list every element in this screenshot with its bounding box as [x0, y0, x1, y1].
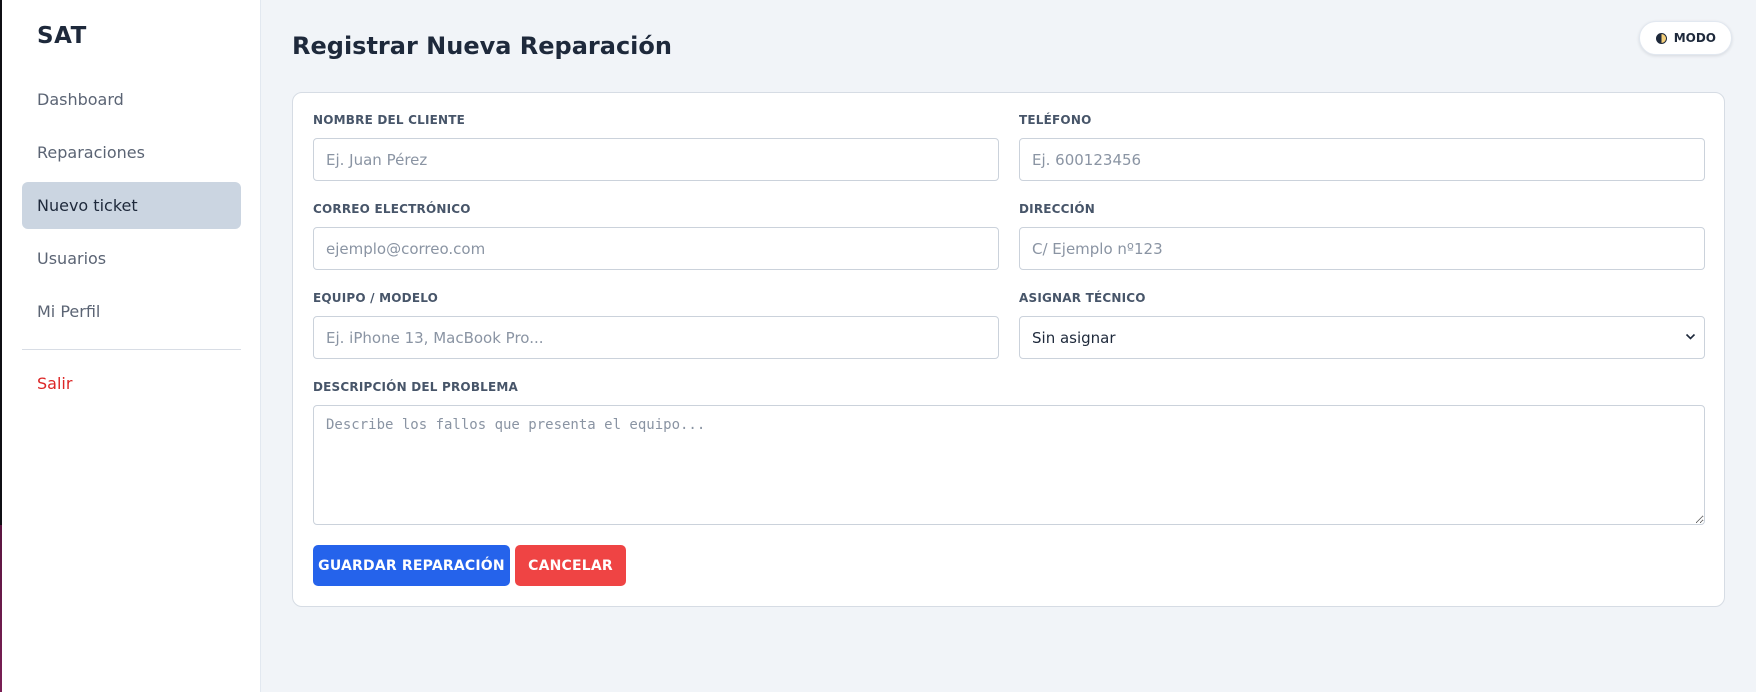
- sidebar-item-usuarios[interactable]: Usuarios: [22, 235, 241, 282]
- address-label: DIRECCIÓN: [1019, 202, 1095, 216]
- sidebar-item-dashboard[interactable]: Dashboard: [22, 76, 241, 123]
- page-title: Registrar Nueva Reparación: [292, 32, 672, 60]
- save-repair-button[interactable]: GUARDAR REPARACIÓN: [313, 545, 510, 586]
- theme-mode-button[interactable]: MODO: [1638, 21, 1732, 55]
- email-label: CORREO ELECTRÓNICO: [313, 202, 471, 216]
- client-name-label: NOMBRE DEL CLIENTE: [313, 113, 466, 127]
- address-input[interactable]: [1019, 227, 1705, 270]
- problem-description-textarea[interactable]: [313, 405, 1705, 525]
- sidebar-divider: [22, 349, 241, 350]
- assign-technician-value: Sin asignar: [1032, 328, 1116, 347]
- sidebar-nav: Dashboard Reparaciones Nuevo ticket Usua…: [22, 76, 241, 413]
- sidebar-item-mi-perfil[interactable]: Mi Perfil: [22, 288, 241, 335]
- assign-technician-select[interactable]: Sin asignar: [1019, 316, 1705, 359]
- problem-description-label: DESCRIPCIÓN DEL PROBLEMA: [313, 380, 519, 394]
- phone-label: TELÉFONO: [1019, 113, 1092, 127]
- theme-mode-label: MODO: [1673, 31, 1716, 45]
- main-content: Registrar Nueva Reparación MODO NOMBRE D…: [261, 0, 1756, 692]
- assign-technician-label: ASIGNAR TÉCNICO: [1019, 291, 1146, 305]
- logout-link[interactable]: Salir: [22, 360, 241, 407]
- half-moon-contrast-icon: [1655, 32, 1667, 44]
- device-model-label: EQUIPO / MODELO: [313, 291, 439, 305]
- sidebar-item-nuevo-ticket[interactable]: Nuevo ticket: [22, 182, 241, 229]
- brand-logo: SAT: [37, 23, 87, 49]
- sidebar: SAT Dashboard Reparaciones Nuevo ticket …: [2, 0, 261, 692]
- sidebar-item-reparaciones[interactable]: Reparaciones: [22, 129, 241, 176]
- client-name-input[interactable]: [313, 138, 999, 181]
- email-input[interactable]: [313, 227, 999, 270]
- cancel-button[interactable]: CANCELAR: [515, 545, 626, 586]
- chevron-down-icon: [1685, 331, 1696, 346]
- repair-form-card: NOMBRE DEL CLIENTE TELÉFONO CORREO ELECT…: [292, 92, 1725, 607]
- phone-input[interactable]: [1019, 138, 1705, 181]
- device-model-input[interactable]: [313, 316, 999, 359]
